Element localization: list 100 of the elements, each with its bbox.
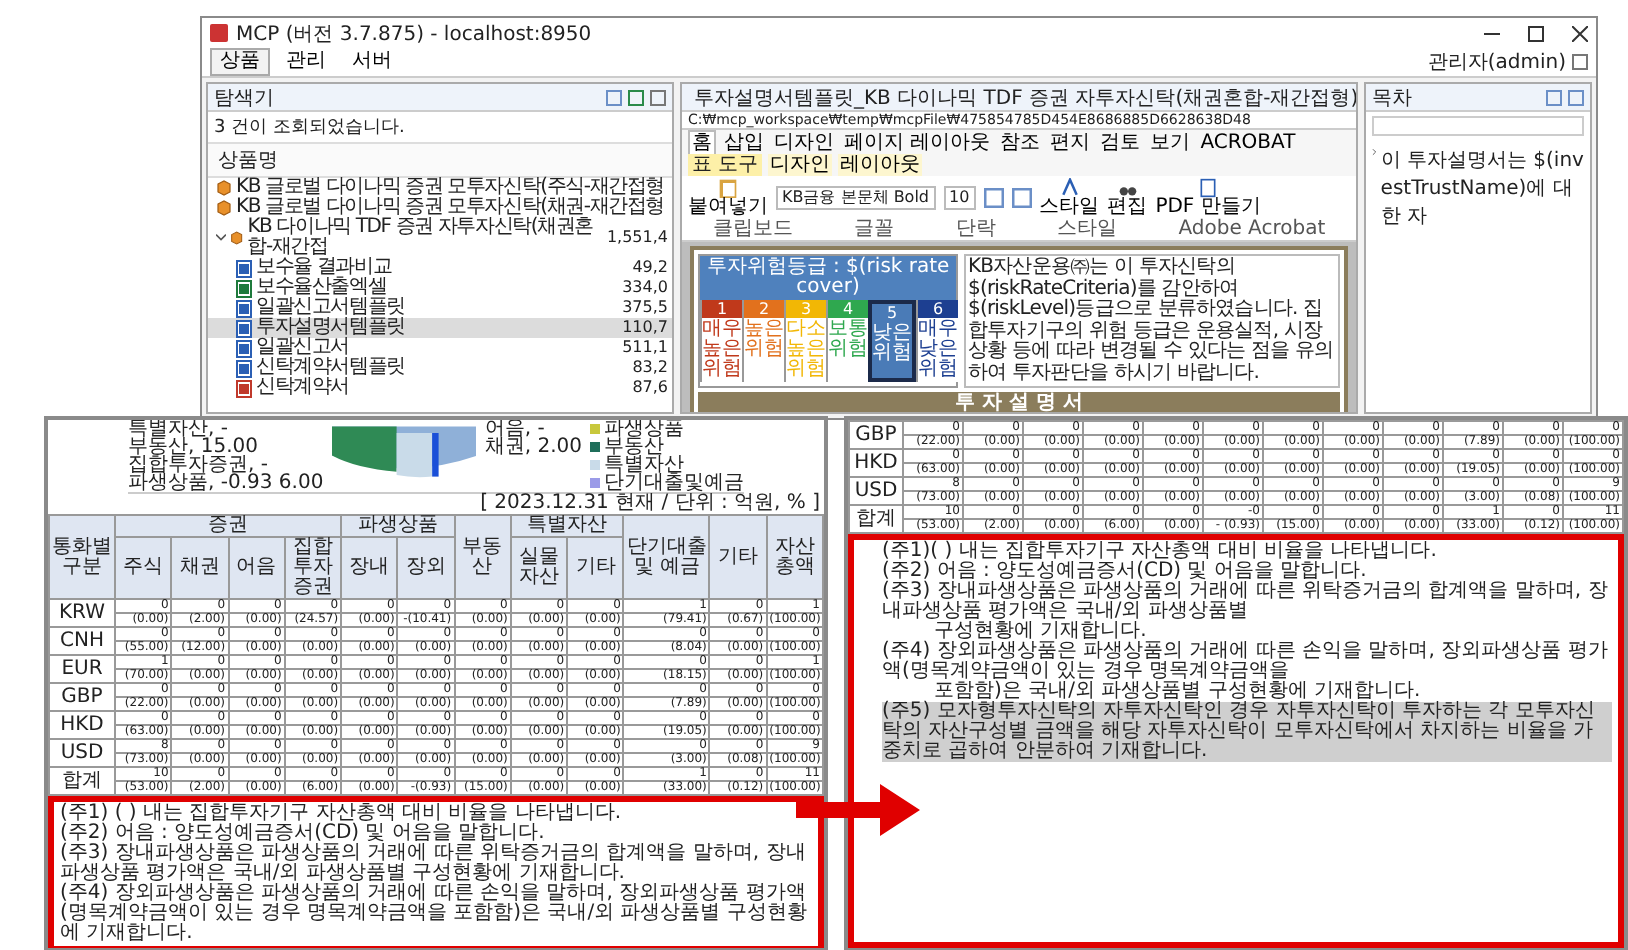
pie-label: 부동산, 15.00 — [128, 438, 260, 456]
risk-header: 투자위험등급 : $(risk rate cover) — [700, 256, 956, 300]
footnote: 포함함)은 국내/외 파생상품별 구성현황에 기재합니다. — [932, 682, 1421, 702]
tree-item[interactable]: KB 글로벌 다이나믹 증권 모투자신탁(채권-재간접형 — [236, 198, 665, 218]
footnote: (주4) 장외파생상품은 파생상품의 거래에 따른 손익을 말하며, 장외파생상품 평가액(명목계약금액이 있는 경우 명목계약금액을 포함함)은 국내/외 파생상품별 구성현황에 기재합니다. — [60, 884, 809, 944]
tree-item[interactable]: KB 다이나믹 TDF 증권 자투자신탁(채권혼합-재간접 — [247, 218, 603, 258]
user-label[interactable]: 관리자(admin) — [1427, 48, 1566, 76]
column-header[interactable]: 상품명 — [208, 142, 672, 178]
footnote: (주5) 모자형투자신탁의 자투자신탁인 경우 자투자신탁이 투자하는 각 모투자신탁의 자산구성별 금액을 해당 자투자신탁이 모투자신탁에서 차지하는 비율을 가중치로 곱하여 안분하여 기재합니다. — [882, 702, 1612, 762]
pie-label: 채권, 2.00 — [484, 438, 582, 456]
context-label: 표 도구 — [688, 154, 763, 176]
size-value: 87,6 — [632, 378, 668, 398]
tree-item[interactable]: 보수율 결과비교 — [256, 258, 392, 278]
currency-cell: EUR — [49, 655, 115, 683]
paste-button[interactable]: 붙여넣기 — [688, 178, 768, 218]
column-header: 자산총액 — [766, 515, 823, 599]
size-value: 511,1 — [622, 338, 668, 358]
level-label: 보통 위험 — [828, 318, 868, 362]
perspective-tab[interactable]: 관리 — [276, 48, 336, 76]
ribbon-tab[interactable]: 레이아웃 — [838, 154, 923, 176]
size-value: 110,7 — [622, 318, 668, 338]
panel-title: 목차 — [1372, 85, 1412, 111]
pie-label: 파생상품, -0.93 6.00 — [128, 474, 324, 492]
search-field[interactable] — [1372, 116, 1584, 136]
tree-item[interactable]: 투자설명서템플릿 — [256, 318, 405, 338]
ribbon-tab[interactable]: 보기 — [1148, 132, 1193, 154]
currency-cell: 합계 — [849, 505, 903, 533]
size-value: 83,2 — [632, 358, 668, 378]
footnote: (주1)( ) 내는 집합투자기구 자산총액 대비 비율을 나타냅니다. — [882, 542, 1439, 562]
column-header: 어음 — [228, 537, 285, 599]
column-header: 기타 — [709, 515, 767, 599]
tree-item[interactable]: 보수율산출엑셀 — [256, 278, 387, 298]
level-number: 3 — [786, 300, 826, 318]
tree-item[interactable]: 신탁계약서 — [256, 378, 350, 398]
footnote: 구성현황에 기재합니다. — [932, 622, 1147, 642]
close-icon[interactable] — [1572, 25, 1588, 41]
chevron-icon[interactable] — [216, 232, 227, 244]
column-header: 파생상품 — [341, 515, 455, 537]
styles-button[interactable]: 스타일 — [1039, 178, 1100, 218]
styles-icon — [1059, 178, 1080, 198]
column-header: 장외 — [397, 537, 455, 599]
status-text: 3 건이 조회되었습니다. — [212, 116, 407, 142]
ribbon-tab[interactable]: 삽입 — [722, 132, 766, 154]
edit-button[interactable]: 편집 — [1107, 178, 1148, 218]
perspective-tab[interactable]: 서버 — [342, 48, 402, 76]
group-label: 클립보드 — [712, 220, 793, 240]
chevron-icon[interactable] — [1372, 146, 1377, 158]
level-label: 매우 낮은 위험 — [918, 318, 958, 382]
size-value: 49,2 — [632, 258, 668, 278]
level-number: 1 — [702, 300, 742, 318]
perspective-tab[interactable]: 상품 — [210, 48, 270, 76]
ribbon-tab[interactable]: 참조 — [998, 132, 1043, 154]
legend-label: 단기대출및예금 — [604, 474, 744, 492]
footnote: (주1) ( ) 내는 집합투자기구 자산총액 대비 비율을 나타냅니다. — [60, 804, 624, 824]
currency-cell: HKD — [849, 449, 903, 477]
ribbon-tab[interactable]: ACROBAT — [1198, 132, 1298, 154]
window-title: MCP (버전 3.7.875) - localhost:8950 — [236, 21, 594, 47]
font-size-field[interactable]: 10 — [943, 186, 976, 210]
ribbon-tab[interactable]: 디자인 — [768, 154, 833, 176]
ribbon-tab[interactable]: 편지 — [1048, 132, 1093, 154]
column-header: 단기대출 및 예금 — [623, 515, 710, 599]
group-label: 글꼴 — [854, 220, 895, 240]
ribbon-tab[interactable]: 디자인 — [772, 132, 836, 154]
risk-paragraph: KB자산운용㈜는 이 투자신탁의 $(riskRateCriteria)를 감안하여 $(riskLevel)등급으로 분류하였습니다. 집합투자기구의 위험 등급은 운용실적, 시장 상황 등에 따라 변경될 수 있다는 점을 유의하여 투자판단을 하시기 바랍니다. — [964, 254, 1340, 388]
legend-label: 부동산 — [604, 438, 664, 456]
footnote: (주3) 장내파생상품은 파생상품의 거래에 따른 위탁증거금의 합계액을 말하며, 장내파생상품 평가액은 국내/외 파생상품별 — [882, 582, 1610, 622]
column-header: 특별자산 — [510, 515, 624, 537]
font-field[interactable]: KB금융 본문체 Bold — [776, 186, 936, 210]
ribbon-tab[interactable]: 검토 — [1098, 132, 1143, 154]
size-value: 375,5 — [622, 298, 668, 318]
level-label: 높은 위험 — [744, 318, 784, 362]
currency-cell: CNH — [49, 627, 115, 655]
currency-cell: GBP — [849, 421, 903, 449]
create-pdf-button[interactable]: PDF 만들기 — [1155, 178, 1261, 218]
group-label: 스타일 — [1057, 220, 1118, 240]
outline-item[interactable]: 이 투자설명서는 $(investTrustName)에 대한 자 — [1380, 146, 1584, 230]
group-label: 단락 — [955, 220, 996, 240]
level-label: 낮은 위험 — [872, 322, 912, 366]
tree-item[interactable]: 일괄신고서템플릿 — [256, 298, 405, 318]
document-title: 투 자 설 명 서 — [698, 392, 1340, 412]
pie-label: 집합투자증권, - — [128, 456, 268, 474]
footnote: (주4) 장외파생상품은 파생상품의 거래에 따른 손익을 말하며, 장외파생상품 평가액(명목계약금액이 있는 경우 명목계약금액을 — [882, 642, 1610, 682]
column-header: 집합투자증권 — [284, 537, 342, 599]
currency-cell: HKD — [49, 711, 115, 739]
currency-cell: 합계 — [49, 767, 115, 795]
footnote: (주3) 장내파생상품은 파생상품의 거래에 따른 위탁증거금의 합계액을 말하며, 장내파생상품 평가액은 국내/외 파생상품별 구성현황에 기재합니다. — [60, 844, 808, 884]
tree-item[interactable]: 신탁계약서템플릿 — [256, 358, 405, 378]
footnote: (주2) 어음 : 양도성예금증서(CD) 및 어음을 말합니다. — [60, 824, 545, 844]
app-icon — [210, 24, 228, 42]
level-number: 6 — [918, 300, 958, 318]
date-note: [ 2023.12.31 현재 / 단위 : 억원, % ] — [478, 494, 822, 514]
column-header: 주식 — [115, 537, 172, 599]
ribbon-tab[interactable]: 페이지 레이아웃 — [842, 132, 993, 154]
currency-cell: USD — [849, 477, 903, 505]
tree-item[interactable]: KB 글로벌 다이나믹 증권 모투자신탁(주식-재간접형 — [236, 178, 665, 198]
column-header: 채권 — [171, 537, 229, 599]
tree-item[interactable]: 일괄신고서 — [256, 338, 350, 358]
footnote: (주2) 어음 : 양도성예금증서(CD) 및 어음을 말합니다. — [882, 562, 1367, 582]
maximize-icon[interactable] — [1528, 25, 1544, 41]
ribbon-tab[interactable]: 홈 — [688, 130, 716, 154]
